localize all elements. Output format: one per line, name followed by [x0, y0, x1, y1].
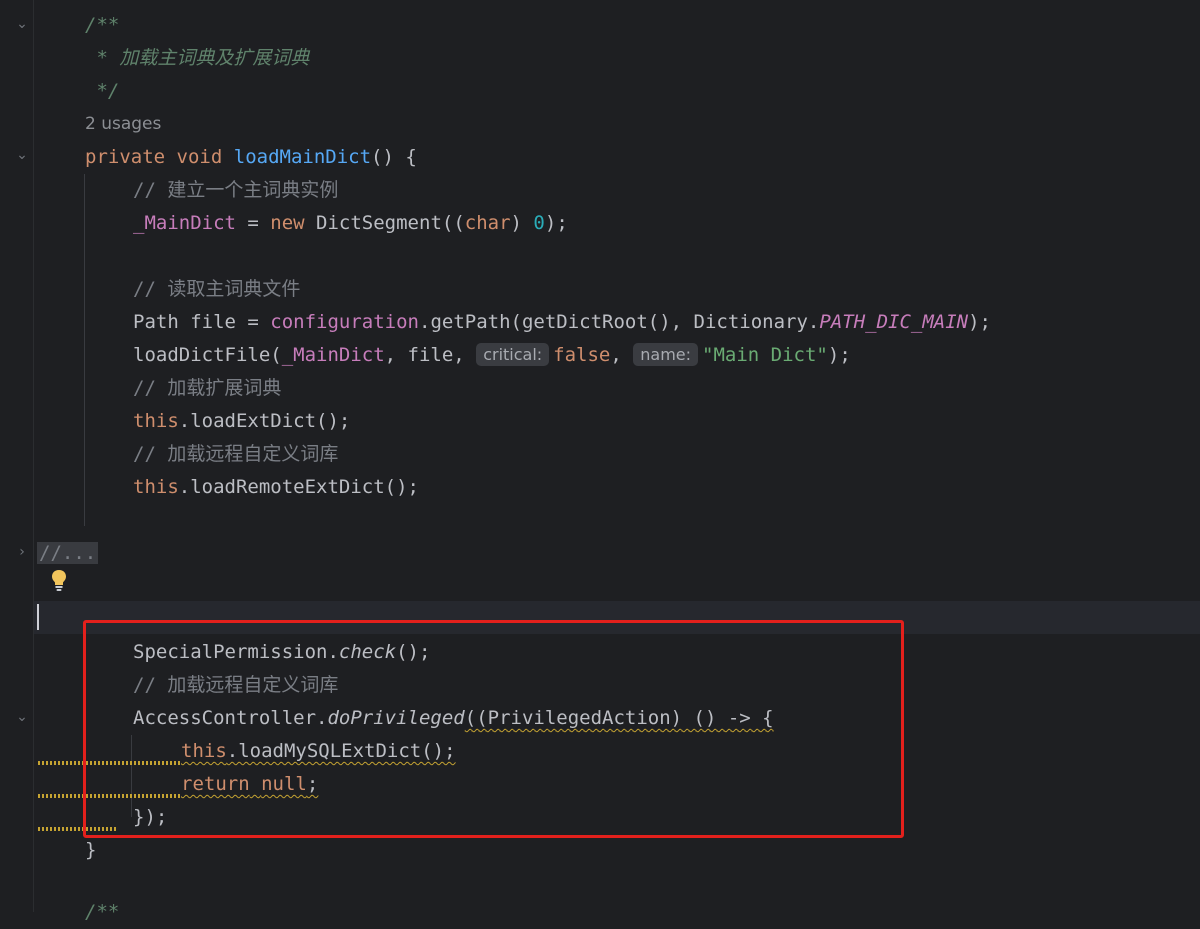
usages-hint[interactable]: 2 usages	[85, 108, 161, 141]
editor-gutter	[0, 0, 34, 912]
fold-chevron-down-icon[interactable]: ⌄	[14, 16, 30, 32]
code-line: loadDictFile(_MainDict, file, critical: f…	[133, 343, 851, 366]
code-line: }	[85, 839, 97, 861]
code-comment: // 读取主词典文件	[133, 278, 301, 300]
indent-guide	[84, 174, 85, 526]
parameter-hint-critical: critical:	[476, 343, 550, 366]
parameter-hint-name: name:	[633, 343, 699, 366]
code-line: /**	[85, 14, 120, 36]
code-line: this.loadExtDict();	[133, 410, 351, 432]
code-line: */	[85, 80, 120, 102]
folded-code-region[interactable]: //...	[37, 537, 99, 570]
highlight-annotation-box	[83, 620, 904, 838]
code-line: /**	[85, 901, 120, 923]
fold-chevron-down-icon[interactable]: ⌄	[14, 147, 30, 163]
text-caret	[37, 604, 39, 630]
code-comment: // 加载扩展词典	[133, 377, 282, 399]
method-signature: private void loadMainDict() {	[85, 146, 417, 168]
code-line: _MainDict = new DictSegment((char) 0);	[133, 212, 568, 234]
code-line: this.loadRemoteExtDict();	[133, 476, 419, 498]
code-line: * 加载主词典及扩展词典	[85, 47, 310, 69]
lightbulb-icon[interactable]	[49, 568, 69, 592]
code-comment: // 建立一个主词典实例	[133, 179, 339, 201]
code-line: Path file = configuration.getPath(getDic…	[133, 311, 991, 333]
code-comment: // 加载远程自定义词库	[133, 443, 339, 465]
fold-chevron-down-icon[interactable]: ⌄	[14, 709, 30, 725]
fold-chevron-right-icon[interactable]: ›	[14, 544, 30, 560]
